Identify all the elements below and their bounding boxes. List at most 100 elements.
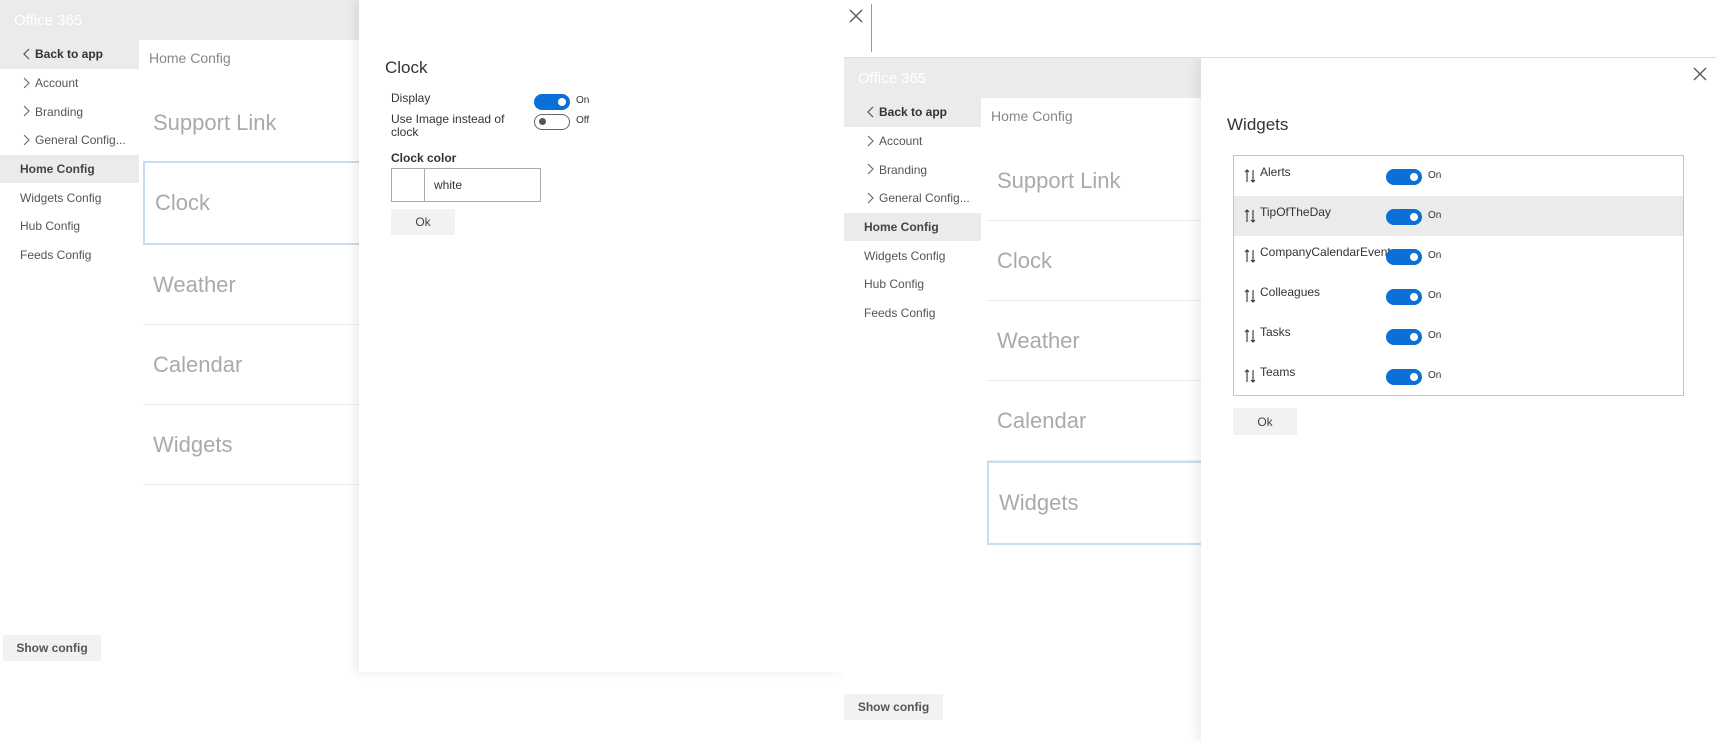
sidebar-item-label: Branding	[879, 162, 928, 177]
use-image-toggle[interactable]	[534, 114, 570, 130]
back-to-app-link[interactable]: Back to app	[0, 40, 139, 69]
sidebar-item-label: Account	[879, 134, 923, 149]
sort-icon[interactable]	[1244, 329, 1256, 343]
widget-toggle[interactable]	[1386, 369, 1422, 385]
sidebar-item-feeds-config[interactable]: Feeds Config	[844, 299, 983, 328]
widget-name: CompanyCalendarEvents	[1260, 245, 1397, 259]
widget-toggle[interactable]	[1386, 329, 1422, 345]
sidebar-item-label: Feeds Config	[864, 306, 936, 321]
card-clock[interactable]: Clock	[143, 161, 359, 245]
sidebar-item-label: Widgets Config	[20, 190, 102, 205]
sidebar-item-label: Account	[35, 76, 79, 91]
toggle-state: On	[1428, 370, 1442, 381]
flyout-title: Widgets	[1227, 115, 1289, 134]
breadcrumb: Home Config	[991, 108, 1073, 124]
app-topbar: Office 365	[0, 0, 360, 40]
widget-toggle[interactable]	[1386, 289, 1422, 305]
chevron-right-icon	[23, 134, 30, 146]
use-image-label: Use Image instead of clock	[391, 112, 505, 139]
right-panel: Office 365 Back to app Account Branding …	[844, 58, 1716, 742]
sort-icon[interactable]	[1244, 369, 1256, 383]
sidebar-item-hub-config[interactable]: Hub Config	[844, 270, 983, 299]
main-content: Home Config Support Link Clock Weather C…	[981, 98, 1203, 718]
close-icon[interactable]	[849, 9, 863, 23]
sidebar-item-account[interactable]: Account	[0, 69, 139, 98]
widget-name: Tasks	[1260, 325, 1291, 339]
left-panel: Office 365 Back to app Account Branding …	[0, 0, 844, 685]
widget-row[interactable]: Alerts On	[1234, 156, 1683, 196]
card-weather[interactable]: Weather	[143, 245, 359, 325]
sidebar-item-label: Home Config	[20, 162, 95, 177]
widget-row[interactable]: TipOfTheDay On	[1234, 196, 1683, 236]
sidebar-item-branding[interactable]: Branding	[844, 155, 983, 184]
flyout-title: Clock	[385, 58, 428, 77]
sidebar-item-widgets-config[interactable]: Widgets Config	[0, 183, 139, 212]
widget-name: Alerts	[1260, 165, 1291, 179]
sidebar-item-general-config[interactable]: General Config...	[0, 126, 139, 155]
sort-icon[interactable]	[1244, 169, 1256, 183]
show-config-button[interactable]: Show config	[844, 694, 943, 720]
sidebar-item-widgets-config[interactable]: Widgets Config	[844, 241, 983, 270]
card-calendar[interactable]: Calendar	[143, 325, 359, 405]
app-title: Office 365	[858, 70, 927, 87]
toggle-state: On	[1428, 250, 1442, 261]
card-calendar[interactable]: Calendar	[987, 381, 1203, 461]
toggle-state: On	[576, 95, 590, 106]
sort-icon[interactable]	[1244, 249, 1256, 263]
card-clock[interactable]: Clock	[987, 221, 1203, 301]
chevron-right-icon	[23, 105, 30, 117]
display-label: Display	[391, 91, 431, 105]
clock-color-value[interactable]: white	[425, 169, 540, 201]
sidebar-item-label: Hub Config	[20, 219, 81, 234]
sidebar-item-account[interactable]: Account	[844, 127, 983, 156]
clock-color-field[interactable]: white	[391, 168, 541, 202]
toggle-state: Off	[576, 115, 590, 126]
breadcrumb: Home Config	[149, 50, 231, 66]
widget-row[interactable]: CompanyCalendarEvents On	[1234, 236, 1683, 276]
close-icon[interactable]	[1693, 67, 1707, 81]
show-config-button[interactable]: Show config	[3, 635, 101, 661]
app-title: Office 365	[14, 12, 83, 29]
sidebar-item-feeds-config[interactable]: Feeds Config	[0, 241, 139, 270]
card-widgets[interactable]: Widgets	[143, 405, 359, 485]
widget-row[interactable]: Teams On	[1234, 356, 1683, 396]
back-to-app-link[interactable]: Back to app	[844, 98, 983, 127]
widget-row[interactable]: Colleagues On	[1234, 276, 1683, 316]
widget-name: TipOfTheDay	[1260, 205, 1331, 219]
sidebar-item-branding[interactable]: Branding	[0, 97, 139, 126]
toggle-state: On	[1428, 290, 1442, 301]
chevron-right-icon	[23, 77, 30, 89]
chevron-left-icon	[867, 106, 874, 118]
chevron-right-icon	[867, 192, 874, 204]
card-weather[interactable]: Weather	[987, 301, 1203, 381]
sidebar-item-label: General Config...	[35, 133, 126, 148]
widget-name: Colleagues	[1260, 285, 1321, 299]
widget-toggle[interactable]	[1386, 249, 1422, 265]
main-content: Home Config Support Link Clock Weather C…	[139, 40, 359, 660]
widget-row[interactable]: Tasks On	[1234, 316, 1683, 356]
chevron-right-icon	[867, 135, 874, 147]
color-swatch[interactable]	[392, 169, 425, 201]
card-support-link[interactable]: Support Link	[987, 141, 1203, 221]
chevron-right-icon	[867, 163, 874, 175]
back-label: Back to app	[879, 105, 948, 120]
sidebar-item-label: Feeds Config	[20, 248, 92, 263]
ok-button[interactable]: Ok	[391, 209, 455, 235]
clock-flyout: Clock Display On Use Image instead of cl…	[359, 0, 844, 672]
display-toggle[interactable]	[534, 94, 570, 110]
sidebar-item-home-config[interactable]: Home Config	[0, 154, 139, 184]
sort-icon[interactable]	[1244, 209, 1256, 223]
widgets-flyout: Widgets Alerts On TipOfTheDay On Company…	[1201, 58, 1716, 742]
sidebar-item-general-config[interactable]: General Config...	[844, 184, 983, 213]
sidebar-item-home-config[interactable]: Home Config	[844, 212, 983, 242]
sidebar-item-hub-config[interactable]: Hub Config	[0, 212, 139, 241]
sidebar: Back to app Account Branding General Con…	[844, 98, 983, 328]
toggle-state: On	[1428, 210, 1442, 221]
card-widgets[interactable]: Widgets	[987, 461, 1203, 545]
sort-icon[interactable]	[1244, 289, 1256, 303]
sidebar-item-label: Home Config	[864, 220, 939, 235]
card-support-link[interactable]: Support Link	[143, 83, 359, 163]
widget-toggle[interactable]	[1386, 169, 1422, 185]
ok-button[interactable]: Ok	[1233, 408, 1297, 435]
widget-toggle[interactable]	[1386, 209, 1422, 225]
